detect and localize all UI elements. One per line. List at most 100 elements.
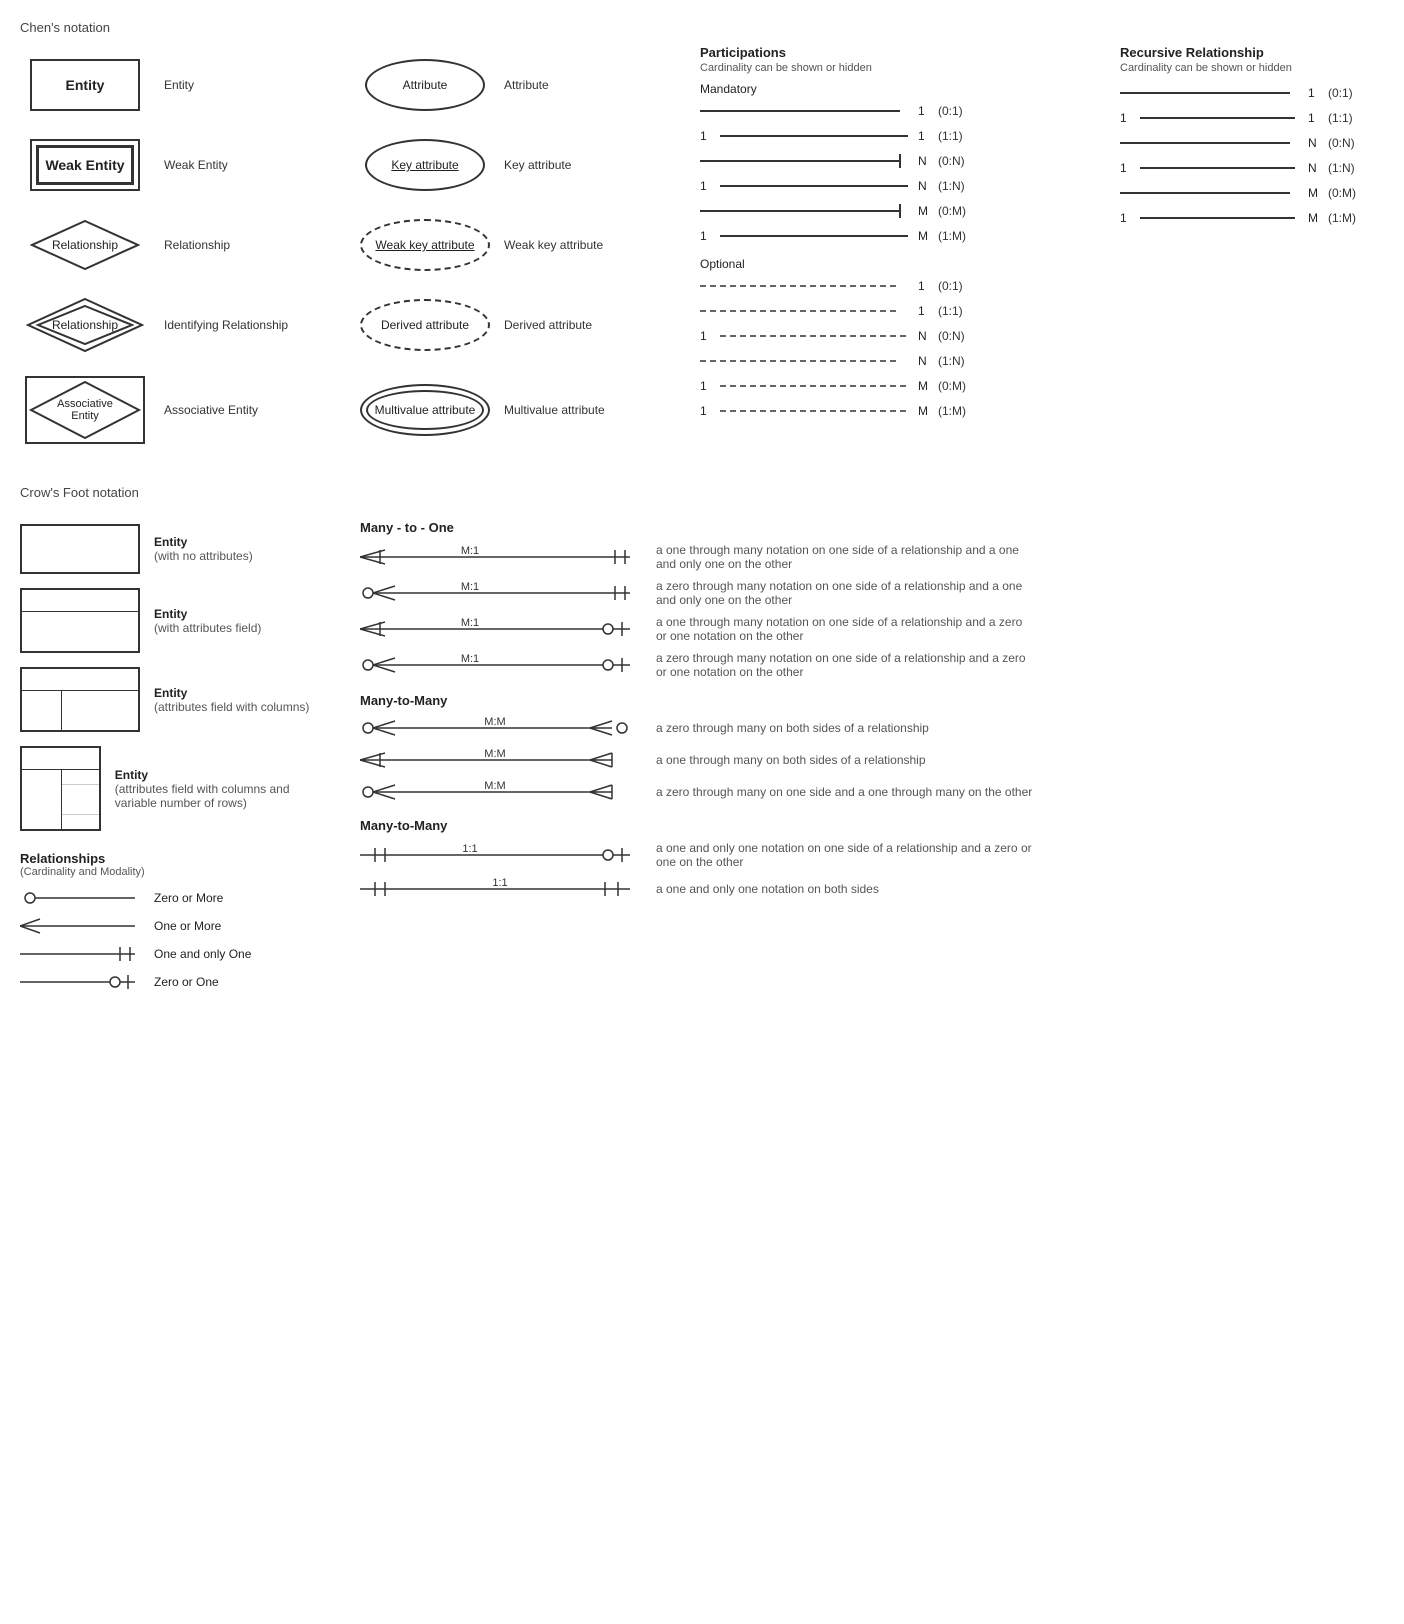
one-to-one-label: Many-to-Many <box>360 818 1384 833</box>
crows-entity-simple-sub: (with no attributes) <box>154 549 253 563</box>
chens-attribute-column: Attribute Attribute Key attribute Key at… <box>360 45 700 455</box>
weak-key-attribute-text-label: Weak key attribute <box>504 238 700 252</box>
multivalue-attribute-text-label: Multivalue attribute <box>504 403 700 417</box>
optional-line-0 <box>700 277 910 295</box>
mandatory-line-4 <box>700 202 910 220</box>
crows-entity-cols-sub: (attributes field with columns) <box>154 700 309 714</box>
m1-row-3: M:1 a zero through many notation on one … <box>360 651 1384 679</box>
zero-more-icon <box>20 888 140 908</box>
entity-label: Entity <box>66 77 105 93</box>
chen-row-weak-entity: Weak Entity Weak Entity <box>20 125 360 205</box>
optional-row-0: 1 (0:1) <box>700 275 1120 297</box>
recursive-row-2: N (0:N) <box>1120 132 1404 154</box>
chen-row-multivalue-attribute: Multivalue attribute Multivalue attribut… <box>360 365 700 455</box>
recursive-row-3: 1 N (1:N) <box>1120 157 1404 179</box>
chens-title: Chen's notation <box>20 20 1384 35</box>
legend-zero-one: Zero or One <box>20 972 320 992</box>
mm-row-2: M:M a zero through many on one side and … <box>360 780 1384 804</box>
optional-row-3: N (1:N) <box>700 350 1120 372</box>
cf-entity-var-header <box>22 748 99 770</box>
crows-entity-attrs-sub: (with attributes field) <box>154 621 261 635</box>
weak-key-ellipse-shape: Weak key attribute <box>360 219 490 271</box>
crows-legend-subtitle: (Cardinality and Modality) <box>20 866 320 878</box>
entity-rect: Entity <box>30 59 140 111</box>
diamond-shape: Relationship <box>30 219 140 271</box>
11-svg-1: 1:1 <box>360 877 640 901</box>
cf-entity-cols-left <box>22 691 62 730</box>
recursive-row-4: M (0:M) <box>1120 182 1404 204</box>
optional-line-3 <box>700 352 910 370</box>
mandatory-line-3 <box>720 177 910 195</box>
legend-one-more: One or More <box>20 916 320 936</box>
m1-svg-3: M:1 <box>360 653 640 677</box>
crows-relationships-column: Many - to - One M:1 <box>360 510 1384 909</box>
11-svg-0: 1:1 <box>360 843 640 867</box>
weak-entity-label: Weak Entity <box>45 157 124 173</box>
key-attribute-shape: Key attribute <box>360 139 490 191</box>
crows-entity-simple-main: Entity <box>154 535 253 549</box>
zero-one-icon <box>20 972 140 992</box>
associative-text-label: Associative Entity <box>164 403 360 417</box>
m1-desc-2: a one through many notation on one side … <box>656 615 1036 643</box>
multivalue-attribute-ellipse-label: Multivalue attribute <box>375 403 476 417</box>
optional-row-4: 1 M (0:M) <box>700 375 1120 397</box>
entity-shape: Entity <box>20 59 150 111</box>
svg-text:M:M: M:M <box>484 780 505 792</box>
identifying-text-label: Identifying Relationship <box>164 318 360 332</box>
chen-row-entity: Entity Entity <box>20 45 360 125</box>
weak-key-attribute-shape: Weak key attribute <box>360 219 490 271</box>
mm-row-1: M:M a one through many on both sides of … <box>360 748 1384 772</box>
svg-text:M:1: M:1 <box>461 653 479 665</box>
recursive-row-1: 1 1 (1:1) <box>1120 107 1404 129</box>
relationship-text-label: Relationship <box>164 238 360 252</box>
mandatory-row-2: N (0:N) <box>700 150 1120 172</box>
crows-entity-var-row: Entity (attributes field with columns an… <box>20 746 320 831</box>
key-attribute-text-label: Key attribute <box>504 158 700 172</box>
svg-text:1:1: 1:1 <box>492 877 507 889</box>
mandatory-row-5: 1 M (1:M) <box>700 225 1120 247</box>
weak-entity-shape: Weak Entity <box>20 139 150 191</box>
m1-svg-0: M:1 <box>360 545 640 569</box>
mm-desc-1: a one through many on both sides of a re… <box>656 753 1036 767</box>
chen-row-weak-key-attribute: Weak key attribute Weak key attribute <box>360 205 700 285</box>
crows-entity-attrs-main: Entity <box>154 607 261 621</box>
recursive-row-0: 1 (0:1) <box>1120 82 1404 104</box>
m1-desc-3: a zero through many notation on one side… <box>656 651 1036 679</box>
m1-svg-2: M:1 <box>360 617 640 641</box>
m1-row-2: M:1 a one through many notation on one s… <box>360 615 1384 643</box>
mandatory-row-3: 1 N (1:N) <box>700 175 1120 197</box>
mm-svg-1: M:M <box>360 748 640 772</box>
associative-rect: AssociativeEntity <box>25 376 145 444</box>
entity-text-label: Entity <box>164 78 360 92</box>
crows-entity-cols-label: Entity (attributes field with columns) <box>154 686 309 714</box>
recursive-section: Recursive Relationship Cardinality can b… <box>1120 45 1404 232</box>
mandatory-label: Mandatory <box>700 82 1120 96</box>
derived-attribute-shape: Derived attribute <box>360 299 490 351</box>
cf-entity-cols-body <box>22 691 138 730</box>
optional-line-4 <box>720 377 910 395</box>
recursive-title: Recursive Relationship <box>1120 45 1404 60</box>
crows-entity-cols-row: Entity (attributes field with columns) <box>20 667 320 732</box>
crows-entity-var-sub: (attributes field with columns and varia… <box>115 782 320 810</box>
cf-entity-cols <box>20 667 140 732</box>
zero-more-label: Zero or More <box>154 891 254 905</box>
mandatory-line-1 <box>720 127 910 145</box>
svg-text:M:1: M:1 <box>461 581 479 593</box>
identifying-label: Relationship <box>52 318 118 332</box>
double-diamond-shape: Relationship <box>25 296 145 354</box>
many-to-many-label: Many-to-Many <box>360 693 1384 708</box>
crows-entity-attrs-label: Entity (with attributes field) <box>154 607 261 635</box>
svg-text:M:1: M:1 <box>461 545 479 557</box>
mm-row-0: M:M a zero through many on both sides of… <box>360 716 1384 740</box>
mandatory-row-4: M (0:M) <box>700 200 1120 222</box>
recursive-row-5: 1 M (1:M) <box>1120 207 1404 229</box>
m1-row-0: M:1 a one through many notation on one s… <box>360 543 1384 571</box>
recursive-subtitle: Cardinality can be shown or hidden <box>1120 62 1404 74</box>
associative-shape: AssociativeEntity <box>20 376 150 444</box>
crows-entity-simple-label: Entity (with no attributes) <box>154 535 253 563</box>
one-only-icon <box>20 944 140 964</box>
recursive-line-0 <box>1120 84 1300 102</box>
zero-one-label: Zero or One <box>154 975 254 989</box>
derived-attribute-ellipse-label: Derived attribute <box>381 318 469 332</box>
svg-text:M:M: M:M <box>484 716 505 728</box>
